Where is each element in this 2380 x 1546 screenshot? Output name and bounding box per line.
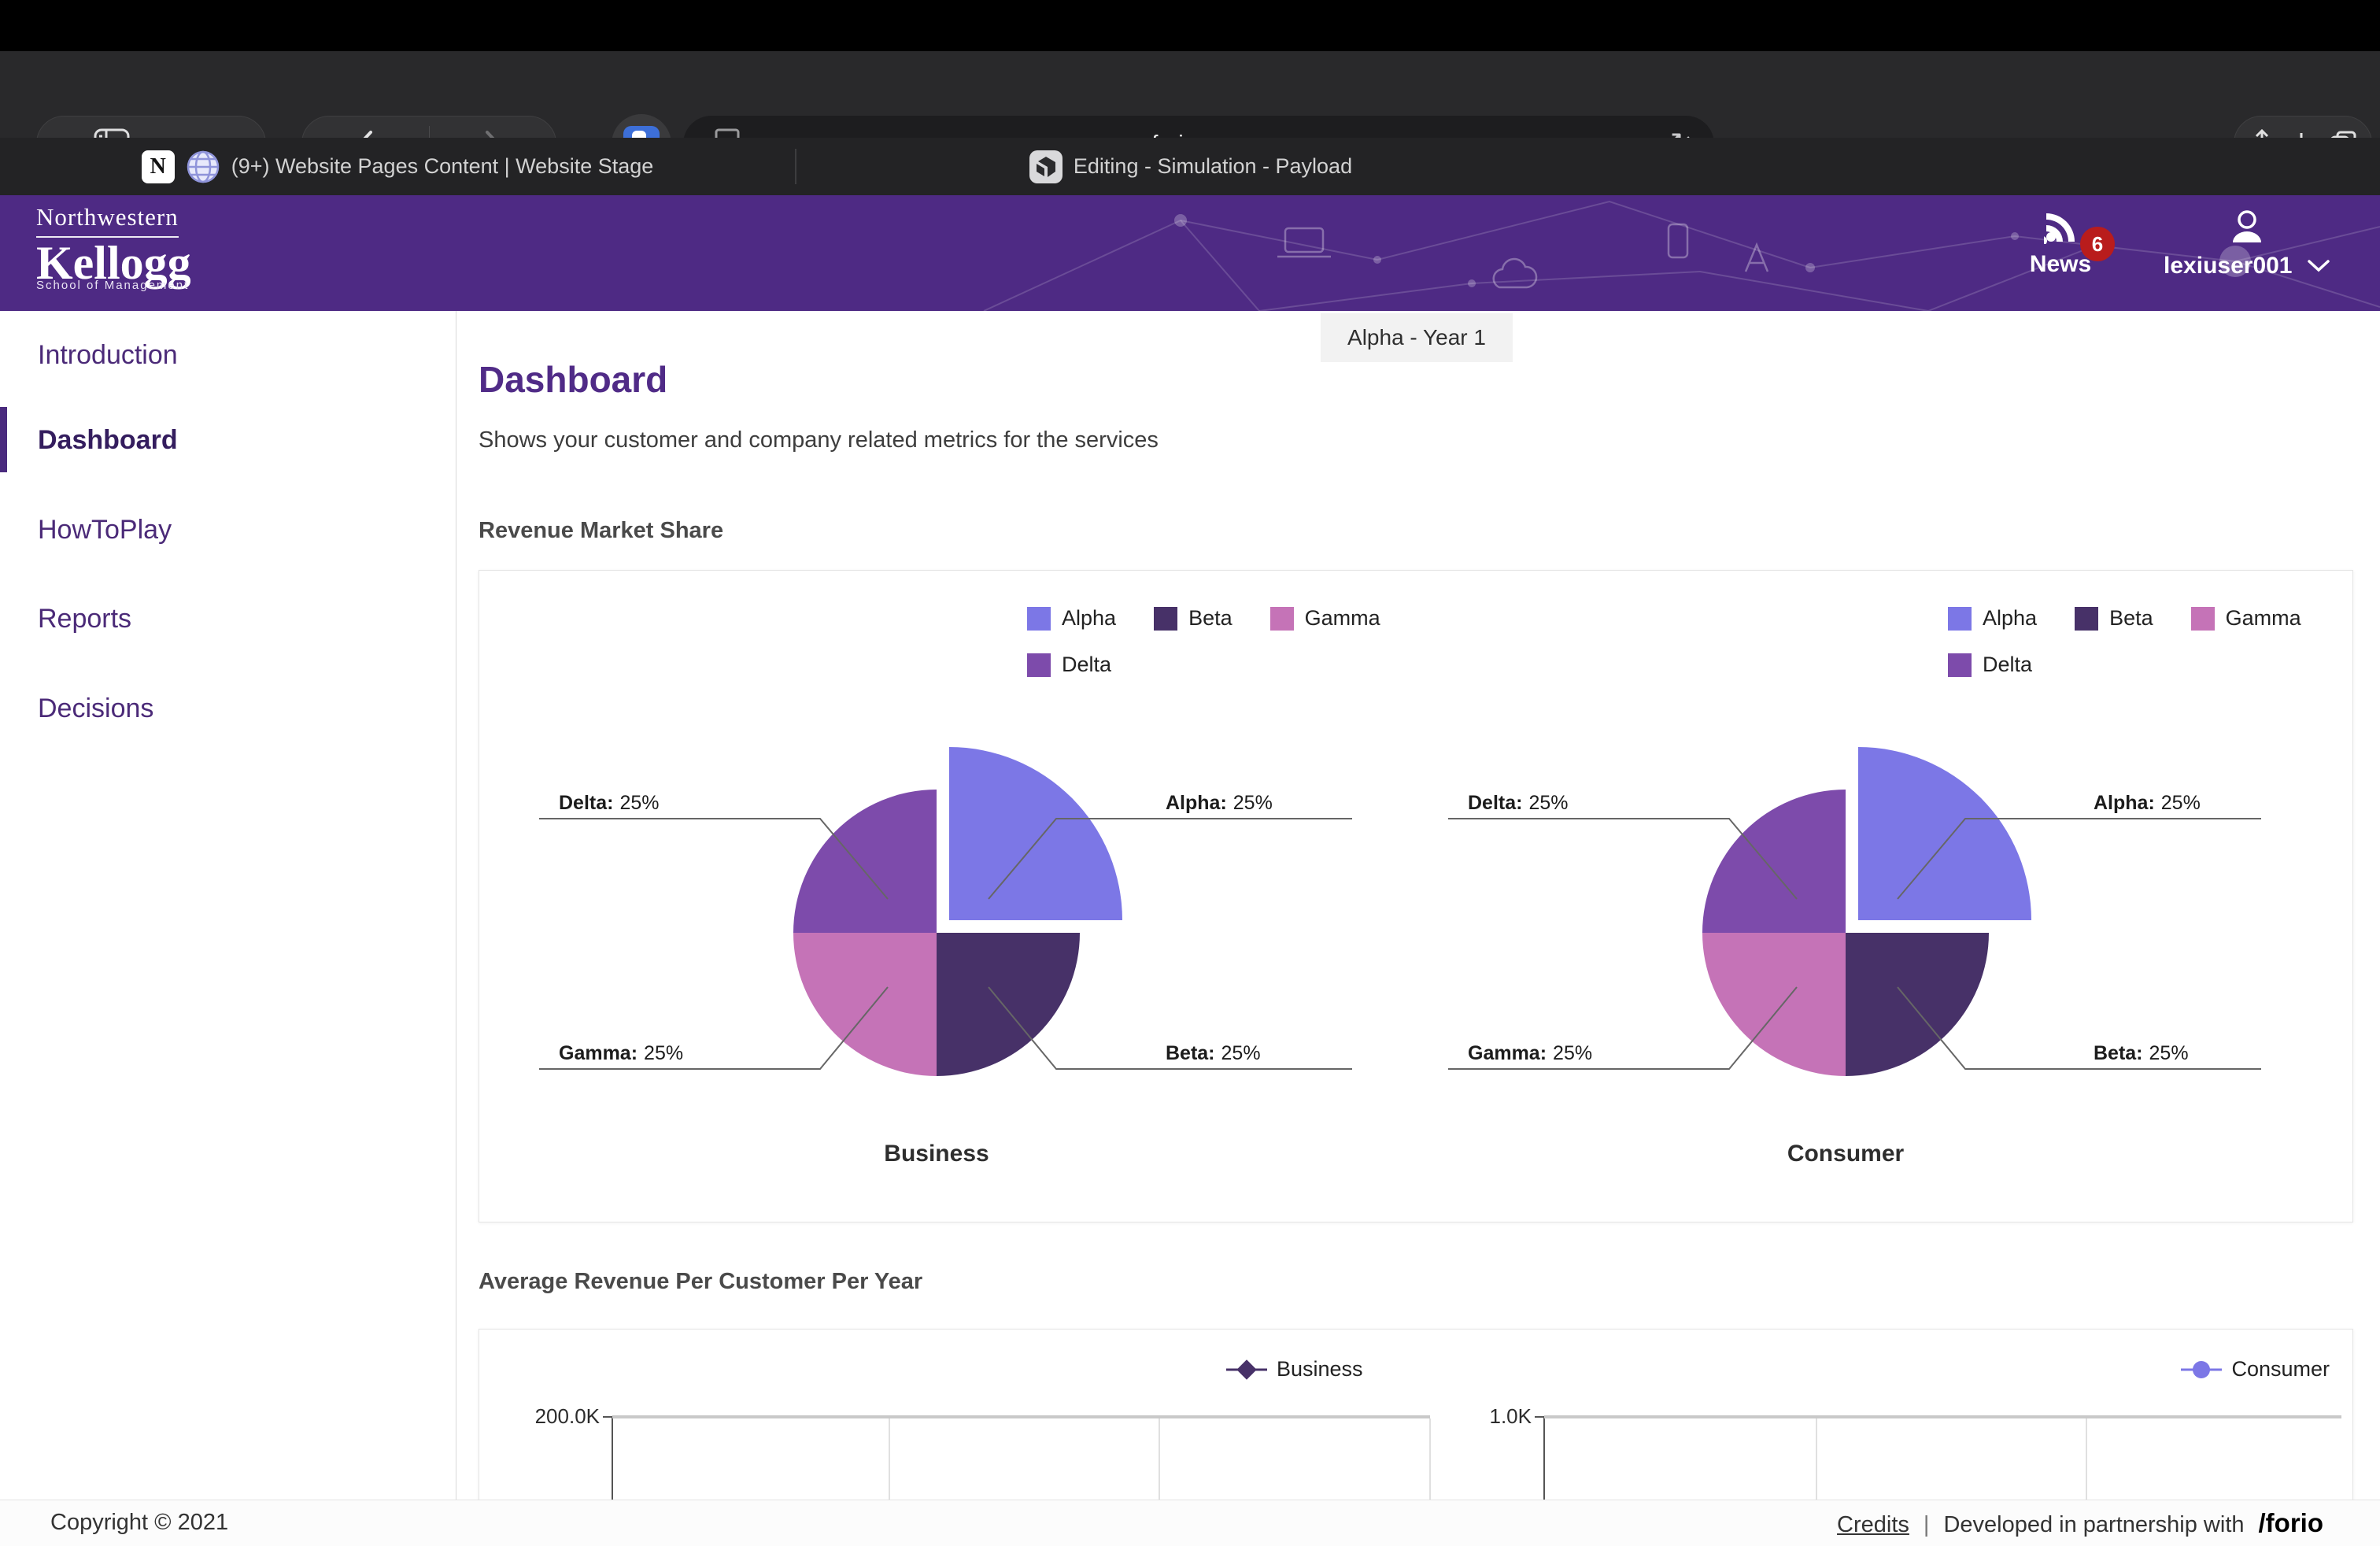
phone-glyph	[1669, 224, 1687, 257]
legend-item-beta[interactable]: Beta	[1154, 606, 1232, 631]
rss-icon	[2044, 211, 2077, 244]
notion-icon: N	[142, 150, 175, 183]
sidebar-item-introduction[interactable]: Introduction	[38, 340, 178, 371]
circle-marker	[2181, 1359, 2222, 1380]
sidebar-active-indicator	[0, 407, 7, 472]
legend-item-gamma[interactable]: Gamma	[2191, 606, 2301, 631]
pie-caption-consumer: Consumer	[1787, 1141, 1905, 1167]
logo-northwestern: Northwestern	[36, 203, 179, 238]
browser-toolbar: forio.com ↻	[0, 51, 2380, 138]
username: lexiuser001	[2164, 253, 2292, 279]
pie-slice-alpha	[949, 747, 1122, 920]
line-legend-consumer[interactable]: Consumer	[2181, 1357, 2330, 1381]
legend-item-delta[interactable]: Delta	[1027, 653, 1468, 677]
pie-slice-gamma	[793, 933, 937, 1076]
delta-swatch	[1948, 653, 1972, 677]
alpha-swatch	[1948, 607, 1972, 631]
sidebar-item-decisions[interactable]: Decisions	[38, 693, 153, 724]
credits-link[interactable]: Credits	[1837, 1512, 1909, 1538]
section-title-market-share: Revenue Market Share	[479, 518, 723, 544]
pie-business	[793, 747, 1122, 1076]
copyright-text: Copyright © 2021	[50, 1510, 228, 1536]
beta-swatch	[2075, 607, 2098, 631]
alpha-swatch	[1027, 607, 1051, 631]
sidebar	[0, 311, 456, 1500]
news-badge: 6	[2080, 227, 2115, 261]
callout-delta: Delta:25%	[1468, 792, 1569, 814]
callout-delta: Delta:25%	[559, 792, 660, 814]
footer-separator: |	[1924, 1512, 1930, 1538]
legend-item-alpha[interactable]: Alpha	[1948, 606, 2037, 631]
section-title-avg-revenue: Average Revenue Per Customer Per Year	[479, 1269, 922, 1295]
gamma-swatch	[2191, 607, 2215, 631]
legend-item-alpha[interactable]: Alpha	[1027, 606, 1116, 631]
footer: Copyright © 2021 Credits | Developed in …	[0, 1500, 2380, 1546]
sidebar-item-reports[interactable]: Reports	[38, 604, 131, 634]
callout-gamma: Gamma:25%	[559, 1042, 683, 1064]
tab-strip: N (9+) Website Pages Content | Website S…	[0, 138, 2380, 195]
legend-item-beta[interactable]: Beta	[2075, 606, 2153, 631]
payload-icon	[1029, 150, 1062, 183]
y-axis-top-consumer: 1.0K	[1490, 1404, 1532, 1428]
page-subtitle: Shows your customer and company related …	[479, 427, 1159, 453]
line-legend-business[interactable]: Business	[1226, 1357, 1363, 1381]
callout-beta: Beta:25%	[2094, 1042, 2189, 1064]
callout-beta: Beta:25%	[1166, 1042, 1261, 1064]
tab-website-pages[interactable]: N (9+) Website Pages Content | Website S…	[0, 138, 795, 195]
pie-slice-beta	[1846, 933, 1989, 1076]
diamond-marker	[1226, 1359, 1267, 1380]
menu-bar-strip	[0, 0, 2380, 51]
gamma-swatch	[1270, 607, 1294, 631]
pie-slice-delta	[1702, 790, 1846, 933]
y-axis-top-business: 200.0K	[535, 1404, 601, 1428]
pie-legend-consumer: Alpha Beta Gamma Delta	[1948, 606, 2380, 677]
app-header: Northwestern Kellogg School of Managemen…	[0, 195, 2380, 311]
pie-slice-delta	[793, 790, 937, 933]
globe-icon	[186, 150, 220, 184]
pie-slice-alpha	[1858, 747, 2031, 920]
partnership-text: Developed in partnership with	[1943, 1512, 2244, 1538]
tab-payload-editing[interactable]: Editing - Simulation - Payload	[795, 138, 1587, 195]
user-icon	[2229, 209, 2265, 246]
tab-label: (9+) Website Pages Content | Website Sta…	[231, 154, 654, 179]
run-status-badge: Alpha - Year 1	[1321, 313, 1513, 362]
forio-logo: /forio	[2259, 1508, 2323, 1538]
legend-item-gamma[interactable]: Gamma	[1270, 606, 1380, 631]
page-title: Dashboard	[479, 358, 667, 401]
logo-school: School of Management	[36, 279, 191, 292]
legend-item-delta[interactable]: Delta	[1948, 653, 2380, 677]
callout-gamma: Gamma:25%	[1468, 1042, 1592, 1064]
pie-consumer	[1702, 747, 2031, 1076]
kellogg-logo[interactable]: Northwestern Kellogg School of Managemen…	[36, 203, 191, 292]
tab-label: Editing - Simulation - Payload	[1074, 154, 1352, 179]
user-menu[interactable]: lexiuser001	[2156, 209, 2338, 279]
screen: forio.com ↻	[0, 0, 2380, 1546]
sidebar-item-dashboard[interactable]: Dashboard	[38, 425, 178, 456]
cloud-glyph	[1494, 259, 1536, 287]
callout-alpha: Alpha:25%	[1166, 792, 1273, 814]
delta-swatch	[1027, 653, 1051, 677]
antenna-glyph	[1746, 245, 1768, 272]
beta-swatch	[1154, 607, 1177, 631]
callout-alpha: Alpha:25%	[2094, 792, 2201, 814]
pie-slice-gamma	[1702, 933, 1846, 1076]
chevron-down-icon	[2307, 259, 2330, 273]
pie-slice-beta	[937, 933, 1080, 1076]
pie-caption-business: Business	[884, 1141, 989, 1167]
pie-legend-business: Alpha Beta Gamma Delta	[1027, 606, 1468, 677]
sidebar-item-howtoplay[interactable]: HowToPlay	[38, 515, 172, 546]
